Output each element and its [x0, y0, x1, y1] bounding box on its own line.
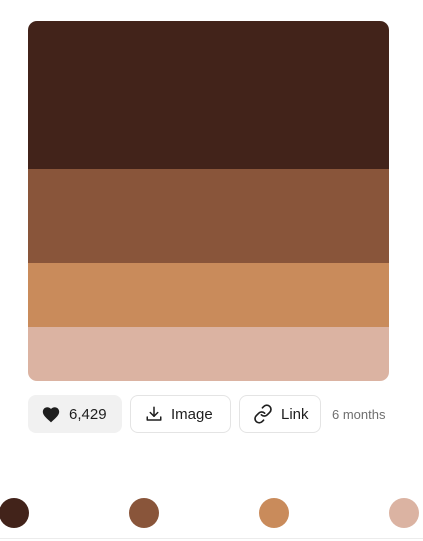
like-button[interactable]: 6,429: [28, 395, 122, 433]
link-label: Link: [281, 405, 309, 423]
color-dot-1[interactable]: [0, 498, 29, 528]
download-icon: [145, 405, 163, 423]
swatch-2[interactable]: [28, 169, 389, 263]
palette-page: 6,429 Image Link 6 months: [0, 0, 423, 541]
copy-link-button[interactable]: Link: [239, 395, 321, 433]
swatch-1[interactable]: [28, 21, 389, 169]
palette-actions: 6,429 Image Link 6 months: [28, 395, 385, 433]
divider: [0, 538, 423, 539]
palette-age: 6 months: [332, 406, 386, 422]
image-label: Image: [171, 405, 213, 423]
link-icon: [253, 404, 273, 424]
download-image-button[interactable]: Image: [130, 395, 231, 433]
color-dot-4[interactable]: [389, 498, 419, 528]
swatch-4[interactable]: [28, 327, 389, 381]
color-palette[interactable]: [28, 21, 389, 381]
like-count: 6,429: [69, 405, 107, 423]
color-dot-3[interactable]: [259, 498, 289, 528]
color-dot-2[interactable]: [129, 498, 159, 528]
swatch-3[interactable]: [28, 263, 389, 327]
heart-icon: [41, 405, 61, 423]
